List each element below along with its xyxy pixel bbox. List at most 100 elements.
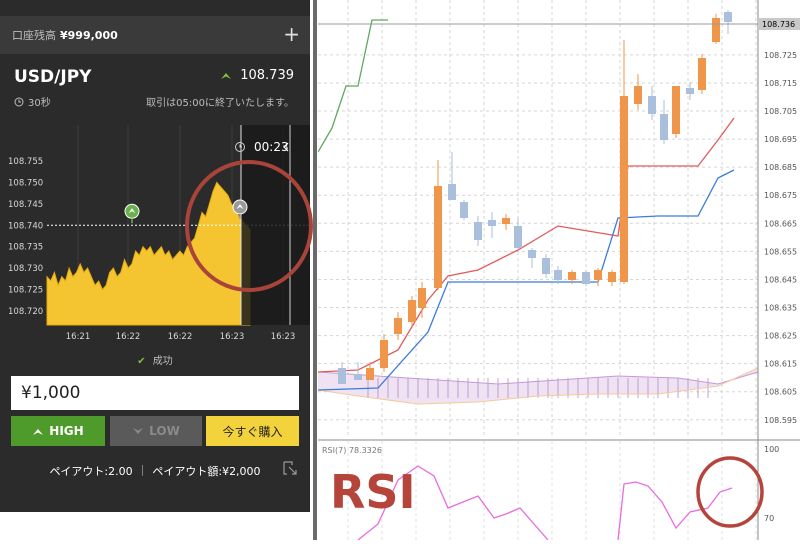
price-tick: 108.615 — [764, 360, 797, 369]
mini-y-axis: 108.755 108.750 108.745 108.740 108.735 108.7… — [8, 157, 43, 317]
mini-y-tick: 108.745 — [8, 200, 43, 210]
price-tick: 108.705 — [764, 107, 797, 116]
candle-body — [568, 272, 576, 280]
candle-body — [354, 374, 362, 380]
rsi-highlight-circle — [696, 456, 764, 528]
price-value: 108.739 — [240, 68, 294, 83]
expand-icon[interactable] — [282, 460, 298, 476]
price-axis: 108.746 108.736 108.725 108.715 108.705 108.6… — [757, 0, 797, 540]
mini-y-tick: 108.725 — [8, 286, 43, 296]
asset-pair[interactable]: USD/JPY — [14, 67, 91, 87]
candle-body — [434, 186, 442, 288]
red-indicator-line — [317, 117, 735, 373]
candle-body — [502, 218, 510, 224]
candle-body — [724, 12, 732, 22]
balance-label: 口座残高 — [12, 29, 56, 42]
rsi-annotation: RSI — [330, 465, 416, 519]
high-label: HIGH — [49, 424, 84, 438]
candle-body — [408, 300, 416, 322]
rsi-tick-70: 70 — [764, 514, 774, 523]
timer-label: 30秒 — [28, 98, 51, 109]
amount-input[interactable] — [11, 376, 299, 410]
candle-body — [474, 222, 482, 240]
candle-body — [514, 226, 522, 248]
clock-icon — [14, 97, 24, 106]
mini-y-tick: 108.720 — [8, 307, 43, 317]
mini-x-tick: 16:22 — [116, 332, 141, 342]
mini-y-tick: 108.750 — [8, 178, 43, 188]
candle-body — [582, 272, 590, 284]
candle-body — [418, 288, 426, 308]
price-tick: 108.675 — [764, 191, 797, 200]
current-price: 108.739 — [220, 68, 294, 83]
price-tick: 108.665 — [764, 219, 797, 228]
trade-status: ✔ 成功 — [0, 352, 310, 367]
add-funds-icon[interactable]: + — [283, 23, 300, 45]
price-tick: 108.655 — [764, 247, 797, 256]
candle-body — [528, 250, 536, 258]
candle-body — [608, 272, 616, 282]
candle-body — [380, 340, 388, 368]
buy-label: 今すぐ購入 — [222, 424, 283, 439]
price-tick: 108.715 — [764, 79, 797, 88]
candle-body — [448, 184, 456, 200]
candle-body — [672, 86, 680, 134]
price-tick: 108.605 — [764, 388, 797, 397]
mini-y-tick: 108.755 — [8, 157, 43, 167]
mini-y-tick: 108.730 — [8, 264, 43, 274]
price-tick: 108.645 — [764, 275, 797, 284]
up-arrow-icon — [221, 73, 232, 79]
candlestick-chart-svg: 108.746 108.736 108.725 108.715 108.705 108.6… — [317, 0, 800, 541]
candle-body — [554, 270, 562, 280]
buy-now-button[interactable]: 今すぐ購入 — [206, 416, 299, 446]
mini-y-tick: 108.740 — [8, 221, 43, 231]
payout-rate: ペイアウト:2.00 — [49, 465, 133, 478]
price-tick: 108.725 — [764, 51, 797, 60]
candle-body — [460, 202, 468, 218]
candle-body — [634, 86, 642, 104]
candlestick-chart: 108.746 108.736 108.725 108.715 108.705 108.6… — [317, 0, 800, 541]
candle-body — [686, 88, 694, 94]
candle-body — [660, 114, 668, 140]
entry-marker-icon — [124, 203, 140, 224]
candle-body — [594, 270, 602, 280]
mini-x-tick: 16:23 — [220, 332, 245, 342]
candle-body — [488, 220, 496, 226]
candles — [338, 10, 732, 384]
success-text: 成功 — [152, 356, 173, 367]
green-indicator-line — [317, 19, 388, 153]
balance-value: ¥999,000 — [60, 28, 118, 42]
cloud-band — [317, 367, 759, 405]
down-arrow-icon — [133, 427, 144, 434]
candle-body — [366, 368, 374, 380]
closing-notice: 取引は05:00に終了いたします。 — [146, 98, 294, 109]
candle-body — [698, 58, 706, 90]
balance-bar: 口座残高 ¥999,000 + — [0, 16, 310, 54]
mini-x-tick: 16:23 — [271, 332, 296, 342]
candle-body — [338, 368, 346, 384]
mini-y-tick: 108.735 — [8, 243, 43, 253]
payout-amount: ペイアウト額:¥2,000 — [152, 465, 261, 478]
price-tick: 108.635 — [764, 304, 797, 313]
price-tick: 108.685 — [764, 163, 797, 172]
high-button[interactable]: HIGH — [11, 416, 105, 446]
candle-body — [394, 318, 402, 334]
candle-body — [648, 96, 656, 114]
check-icon: ✔ — [137, 356, 146, 367]
price-tick: 108.746 — [764, 0, 797, 1]
current-price-label: 108.736 — [762, 20, 795, 29]
mini-x-tick: 16:21 — [66, 332, 91, 342]
low-button[interactable]: LOW — [110, 416, 202, 446]
payout-separator: | — [140, 463, 145, 476]
low-label: LOW — [149, 424, 180, 438]
timer: 30秒 — [14, 94, 51, 109]
candle-body — [712, 18, 720, 42]
price-tick: 108.625 — [764, 332, 797, 341]
price-tick: 108.595 — [764, 416, 797, 425]
mini-x-tick: 16:22 — [168, 332, 193, 342]
payout-info: ペイアウト:2.00 | ペイアウト額:¥2,000 — [0, 463, 310, 479]
price-highlight-circle — [185, 160, 313, 292]
rsi-label: RSI(7) 78.3326 — [322, 446, 382, 455]
price-tick: 108.695 — [764, 135, 797, 144]
rsi-tick-100: 100 — [764, 445, 779, 454]
